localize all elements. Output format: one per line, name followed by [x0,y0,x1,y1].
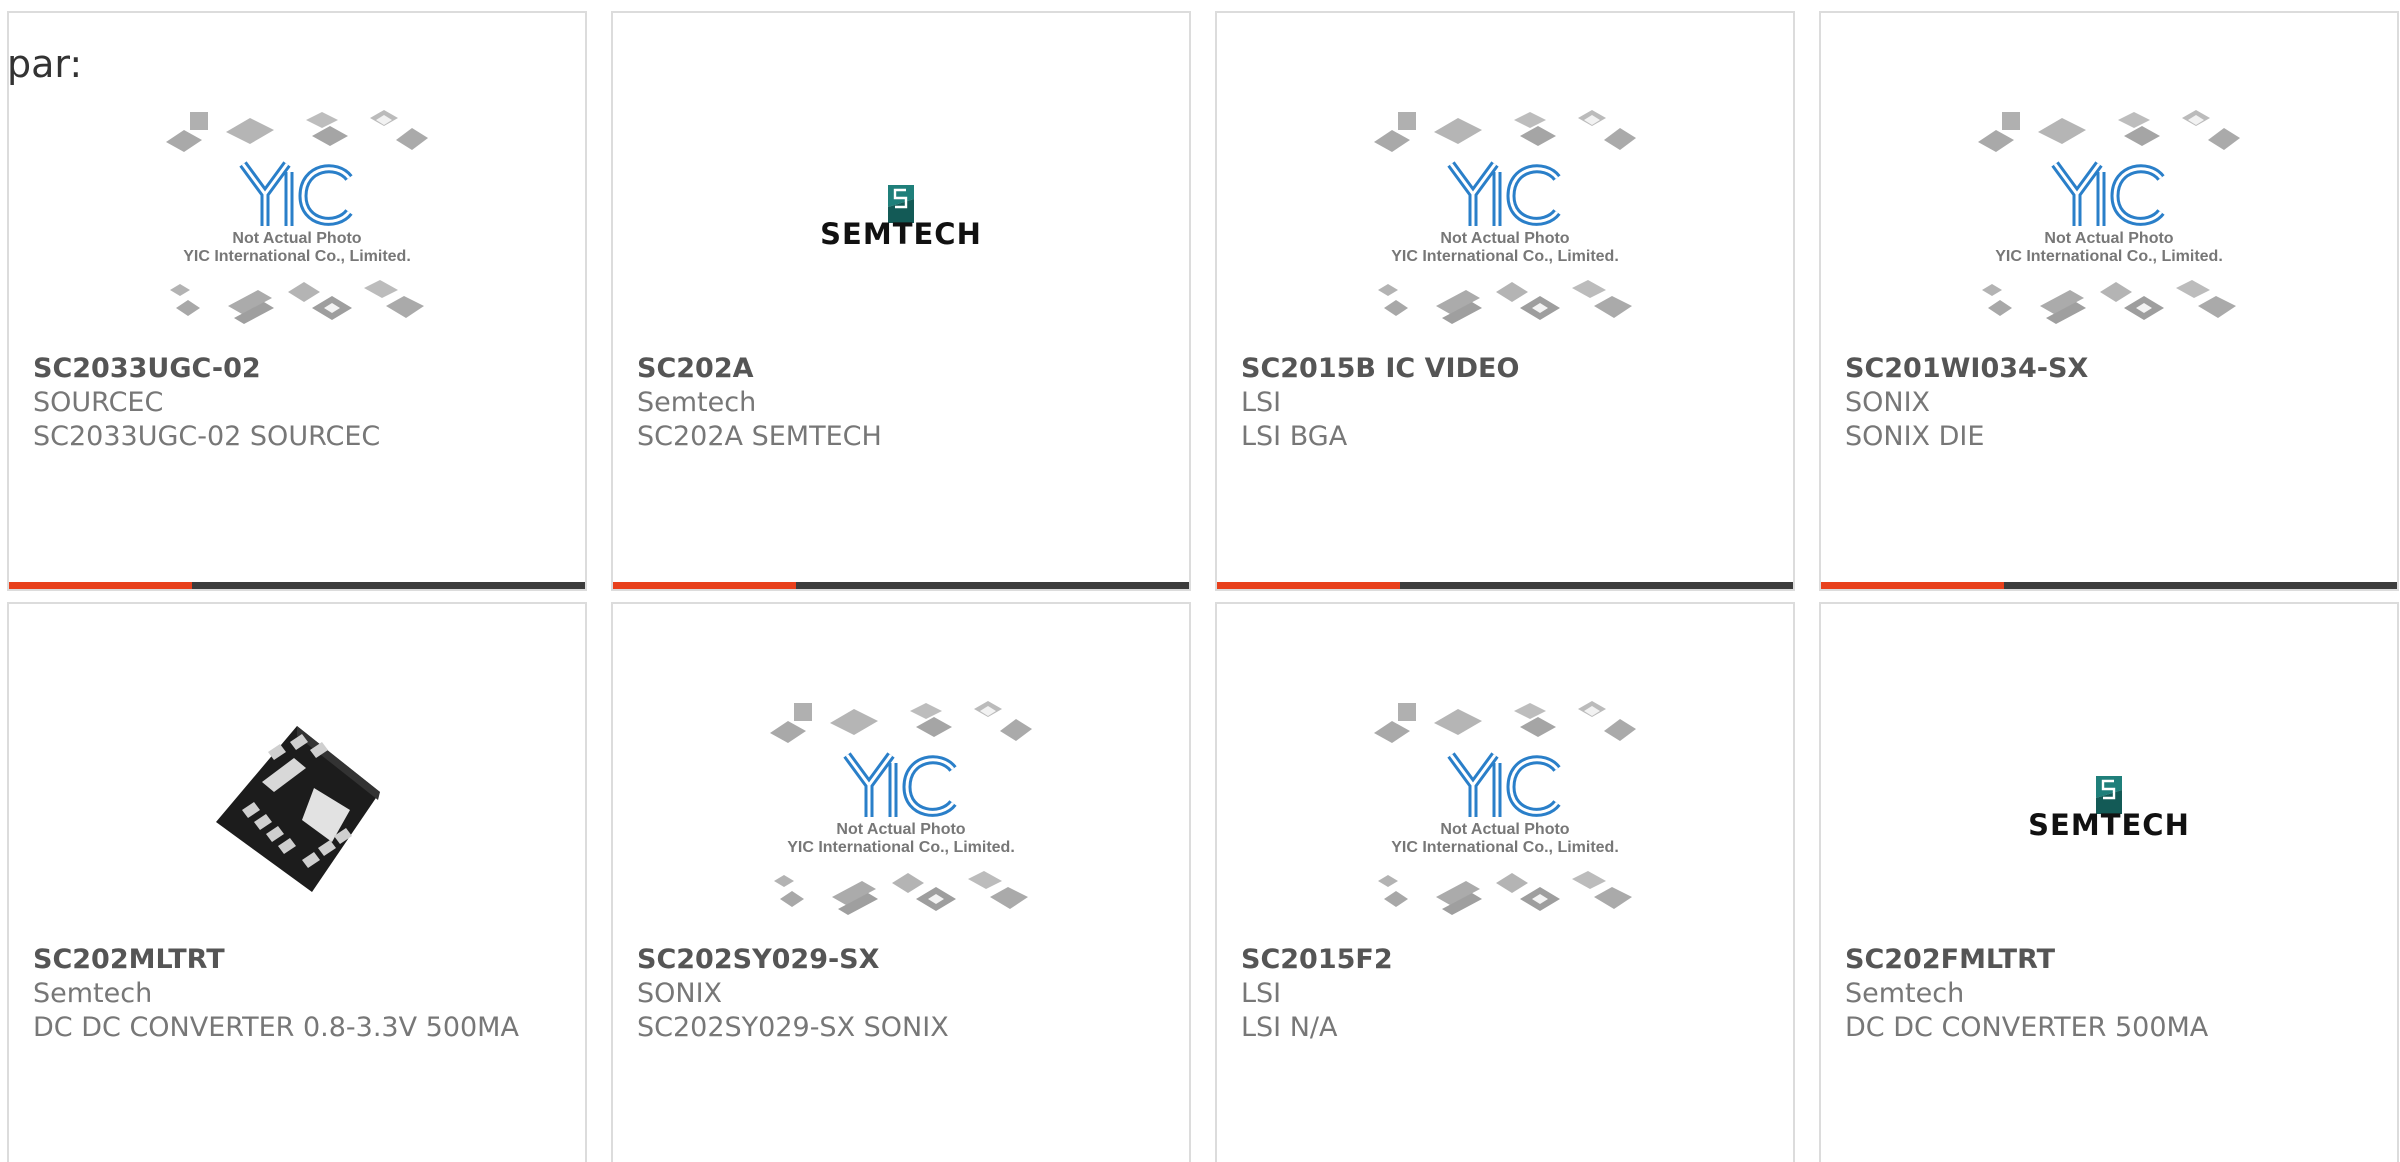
product-image-semtech-logo: SEMTECH [1821,684,2397,934]
manufacturer: Semtech [637,387,757,418]
chip-packages-icon [1374,701,1636,743]
placeholder-caption-line2: YIC International Co., Limited. [1995,248,2223,265]
manufacturer: SOURCEC [33,387,164,418]
card-bottom-bar [613,582,1189,589]
yic-logo [843,752,957,817]
product-card[interactable]: Not Actual Photo YIC International Co., … [7,11,587,591]
product-card[interactable]: SEMTECH SC202A Semtech SC202A SEMTECH [611,11,1191,591]
card-bottom-bar [1217,582,1793,589]
yic-logo [239,161,353,226]
chip-packages-icon [770,701,1032,743]
yic-logo [1447,752,1561,817]
semtech-logo: SEMTECH [820,185,982,251]
placeholder-caption-line2: YIC International Co., Limited. [1391,839,1619,856]
chip-packages-icon [774,871,1028,915]
description: SONIX DIE [1845,421,1985,452]
product-image-yic-placeholder: Not Actual Photo YIC International Co., … [1821,93,2397,343]
semtech-wordmark: SEMTECH [820,217,982,251]
product-image-yic-placeholder: Not Actual Photo YIC International Co., … [9,93,585,343]
product-grid: Not Actual Photo YIC International Co., … [7,11,2399,1162]
manufacturer: Semtech [33,978,153,1009]
par-label: par: [7,42,83,86]
placeholder-caption-line1: Not Actual Photo [836,821,966,838]
product-card[interactable]: Not Actual Photo YIC International Co., … [1215,11,1795,591]
placeholder-caption-line1: Not Actual Photo [2044,230,2174,247]
semtech-logo: SEMTECH [2028,776,2190,842]
part-number[interactable]: SC201WI034-SX [1845,352,2377,386]
part-number[interactable]: SC2015B IC VIDEO [1241,352,1773,386]
product-card[interactable]: Not Actual Photo YIC International Co., … [1819,11,2399,591]
yic-logo [2051,161,2165,226]
product-card[interactable]: SC202MLTRT Semtech DC DC CONVERTER 0.8-3… [7,602,587,1162]
description: SC202A SEMTECH [637,421,882,452]
chip-packages-icon [1374,110,1636,152]
part-number[interactable]: SC202MLTRT [33,943,565,977]
description: LSI BGA [1241,421,1348,452]
chip-packages-icon [1378,871,1632,915]
yic-placeholder-image: Not Actual Photo YIC International Co., … [162,106,432,330]
manufacturer: LSI [1241,978,1282,1009]
part-number[interactable]: SC202SY029-SX [637,943,1169,977]
description: DC DC CONVERTER 500MA [1845,1012,2209,1043]
product-card[interactable]: Not Actual Photo YIC International Co., … [1215,602,1795,1162]
part-number[interactable]: SC202A [637,352,1169,386]
product-image-semtech-logo: SEMTECH [613,93,1189,343]
manufacturer: LSI [1241,387,1282,418]
product-card[interactable]: Not Actual Photo YIC International Co., … [611,602,1191,1162]
product-image-chip-photo [9,684,585,934]
placeholder-caption-line1: Not Actual Photo [232,230,362,247]
description: SC202SY029-SX SONIX [637,1012,949,1043]
yic-placeholder-image: Not Actual Photo YIC International Co., … [766,697,1036,921]
product-card[interactable]: SEMTECH SC202FMLTRT Semtech DC DC CONVER… [1819,602,2399,1162]
description: LSI N/A [1241,1012,1338,1043]
semtech-wordmark: SEMTECH [2028,808,2190,842]
placeholder-caption-line2: YIC International Co., Limited. [1391,248,1619,265]
manufacturer: SONIX [637,978,723,1009]
chip-packages-icon [1378,280,1632,324]
yic-placeholder-image: Not Actual Photo YIC International Co., … [1370,106,1640,330]
product-image-yic-placeholder: Not Actual Photo YIC International Co., … [613,684,1189,934]
placeholder-caption-line1: Not Actual Photo [1440,821,1570,838]
placeholder-caption-line2: YIC International Co., Limited. [787,839,1015,856]
qfn-chip-image [216,726,380,892]
product-grid-page: par: Not Actual Photo YIC International [0,0,2400,1162]
placeholder-caption-line1: Not Actual Photo [1440,230,1570,247]
product-image-yic-placeholder: Not Actual Photo YIC International Co., … [1217,684,1793,934]
yic-placeholder-image: Not Actual Photo YIC International Co., … [1370,697,1640,921]
yic-placeholder-image: Not Actual Photo YIC International Co., … [1974,106,2244,330]
yic-logo [1447,161,1561,226]
description: SC2033UGC-02 SOURCEC [33,421,381,452]
chip-packages-icon [1978,110,2240,152]
part-number[interactable]: SC202FMLTRT [1845,943,2377,977]
card-bottom-bar [9,582,585,589]
manufacturer: SONIX [1845,387,1931,418]
card-bottom-bar [1821,582,2397,589]
manufacturer: Semtech [1845,978,1965,1009]
product-image-yic-placeholder: Not Actual Photo YIC International Co., … [1217,93,1793,343]
description: DC DC CONVERTER 0.8-3.3V 500MA [33,1012,519,1043]
part-number[interactable]: SC2015F2 [1241,943,1773,977]
chip-packages-icon [170,280,424,324]
chip-packages-icon [166,110,428,152]
part-number[interactable]: SC2033UGC-02 [33,352,565,386]
chip-packages-icon [1982,280,2236,324]
placeholder-caption-line2: YIC International Co., Limited. [183,248,411,265]
